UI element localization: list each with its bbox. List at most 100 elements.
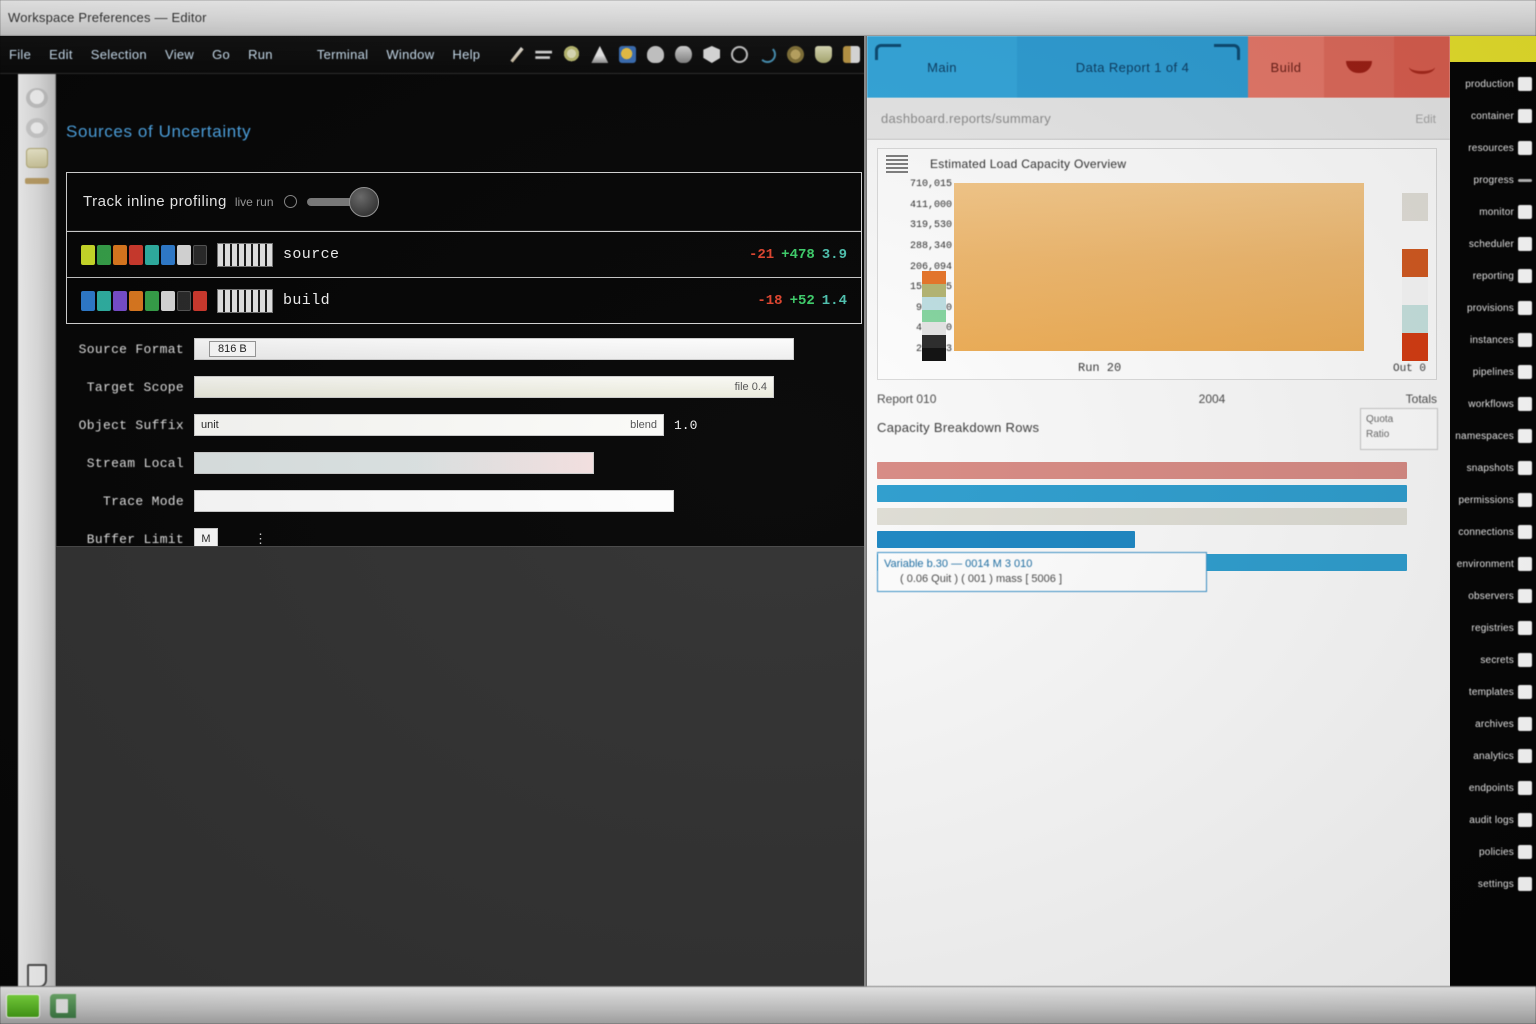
sidebar-item-templates[interactable]: templates (1454, 676, 1532, 708)
object-suffix-input[interactable]: unit blend (194, 414, 664, 436)
profiling-toggle-row[interactable]: Track inline profiling live run (67, 173, 861, 231)
row-dim: 3.9 (821, 246, 847, 263)
sidebar-item-scheduler[interactable]: scheduler (1454, 228, 1532, 260)
format-icon[interactable] (535, 50, 553, 59)
divider-icon (24, 178, 49, 184)
address-edit-link[interactable]: Edit (1415, 112, 1436, 126)
field-trail: 816 B (209, 341, 256, 357)
tab-label: Main (927, 59, 957, 75)
browser-address-bar[interactable]: dashboard.reports/summary Edit (867, 98, 1450, 140)
sidebar-item-instances[interactable]: instances (1454, 324, 1532, 356)
tab-extra-2[interactable] (1394, 36, 1450, 98)
source-format-input[interactable]: 816 B (194, 338, 794, 360)
sidebar-item-audit-logs[interactable]: audit logs (1454, 804, 1532, 836)
target-scope-input[interactable]: file 0.4 (194, 376, 774, 398)
bar-item[interactable] (877, 508, 1407, 525)
sidebar-item-environment[interactable]: environment (1454, 548, 1532, 580)
profiling-switch[interactable] (306, 186, 379, 217)
bar-item[interactable] (877, 485, 1407, 502)
field-label: Buffer Limit (86, 531, 184, 547)
sidebar-item-permissions[interactable]: permissions (1454, 484, 1532, 516)
tab-main[interactable]: Main (867, 36, 1017, 98)
sidebar-list: production container resources progress moni… (1450, 62, 1536, 900)
trace-mode-input[interactable] (194, 490, 674, 512)
link-icon[interactable] (731, 46, 749, 63)
sidebar-item-namespaces[interactable]: namespaces (1454, 420, 1532, 452)
profiling-radio[interactable] (283, 195, 297, 208)
table-row[interactable]: build -18 +52 1.4 (67, 277, 861, 323)
sidebar-item-registries[interactable]: registries (1454, 612, 1532, 644)
row-thumbnail-icon (217, 242, 273, 267)
extensions-icon[interactable] (25, 148, 48, 168)
menu-file[interactable]: File (0, 47, 40, 62)
field-label: Trace Mode (102, 493, 184, 509)
menu-run[interactable]: Run (239, 47, 282, 62)
sidebar-item-archives[interactable]: archives (1454, 708, 1532, 740)
menu-window[interactable]: Window (377, 47, 443, 62)
sidebar-item-progress[interactable]: progress (1454, 164, 1532, 196)
sidebar-item-monitor[interactable]: monitor (1454, 196, 1532, 228)
badge-swatch (97, 244, 111, 265)
sidebar-item-container[interactable]: container (1454, 100, 1532, 132)
tab-data-report[interactable]: Data Report 1 of 4 (1017, 36, 1248, 98)
sidebar-item-provisions[interactable]: provisions (1454, 292, 1532, 324)
check-icon (1518, 397, 1532, 411)
sidebar-item-endpoints[interactable]: endpoints (1454, 772, 1532, 804)
form-row-object-suffix: Object Suffix unit blend 1.0 (66, 412, 862, 438)
pen-icon[interactable] (510, 47, 524, 63)
start-button[interactable] (6, 993, 40, 1018)
sidebar-item-secrets[interactable]: secrets (1454, 644, 1532, 676)
y-tick: 411,000 (909, 199, 952, 211)
flag-icon[interactable] (591, 46, 609, 63)
sidebar-item-label: snapshots (1466, 462, 1514, 474)
row-name: source (283, 246, 340, 263)
menu-help[interactable]: Help (443, 47, 489, 62)
badge-icon[interactable] (703, 46, 721, 63)
table-row[interactable]: source -21 +478 3.9 (67, 231, 861, 277)
bar-item[interactable] (877, 531, 1135, 548)
globe-icon[interactable] (619, 46, 637, 63)
sidebar-item-policies[interactable]: policies (1454, 836, 1532, 868)
cloud-icon[interactable] (647, 46, 665, 63)
console-panel[interactable] (56, 546, 864, 988)
menu-edit[interactable]: Edit (40, 47, 82, 62)
menu-go[interactable]: Go (203, 47, 239, 62)
chart-tooltip: Variable b.30 — 0014 M 3 010 ( 0.06 Quit… (877, 552, 1207, 592)
sidebar-item-resources[interactable]: resources (1454, 132, 1532, 164)
y-tick: 710,015 (909, 179, 952, 190)
tab-build[interactable]: Build (1248, 36, 1324, 98)
key-icon[interactable] (843, 46, 861, 63)
sidebar-item-pipelines[interactable]: pipelines (1454, 356, 1532, 388)
account-icon[interactable] (26, 964, 47, 988)
curve-icon (1409, 60, 1435, 74)
bar-item[interactable] (877, 462, 1407, 479)
menu-terminal[interactable]: Terminal (308, 47, 378, 62)
menu-view[interactable]: View (156, 47, 203, 62)
explorer-icon[interactable] (25, 88, 48, 108)
tab-extra-1[interactable] (1324, 36, 1394, 98)
chart-card: Estimated Load Capacity Overview 710,015… (877, 148, 1437, 380)
sidebar-item-settings[interactable]: settings (1454, 868, 1532, 900)
battery-icon[interactable] (815, 46, 833, 63)
drop-icon[interactable] (675, 46, 693, 63)
sidebar-item-connections[interactable]: connections (1454, 516, 1532, 548)
sidebar-item-reporting[interactable]: reporting (1454, 260, 1532, 292)
buffer-limit-more-icon[interactable]: ⋮ (254, 531, 267, 547)
sidebar-item-production[interactable]: production (1454, 68, 1532, 100)
sidebar-item-workflows[interactable]: workflows (1454, 388, 1532, 420)
shield-icon[interactable] (563, 46, 581, 63)
refresh-icon[interactable] (759, 46, 777, 63)
search-icon[interactable] (25, 118, 48, 138)
taskbar-app-files[interactable] (50, 993, 76, 1018)
badge-swatch (177, 290, 191, 311)
stream-local-input[interactable] (194, 452, 594, 474)
sidebar-item-analytics[interactable]: analytics (1454, 740, 1532, 772)
legend-swatch (922, 335, 946, 349)
sidebar-item-observers[interactable]: observers (1454, 580, 1532, 612)
menu-selection[interactable]: Selection (82, 47, 156, 62)
sidebar-item-snapshots[interactable]: snapshots (1454, 452, 1532, 484)
badge-swatch (177, 244, 191, 265)
activity-bar (18, 74, 56, 988)
smile-icon (1346, 61, 1372, 73)
coin-icon[interactable] (787, 46, 805, 63)
